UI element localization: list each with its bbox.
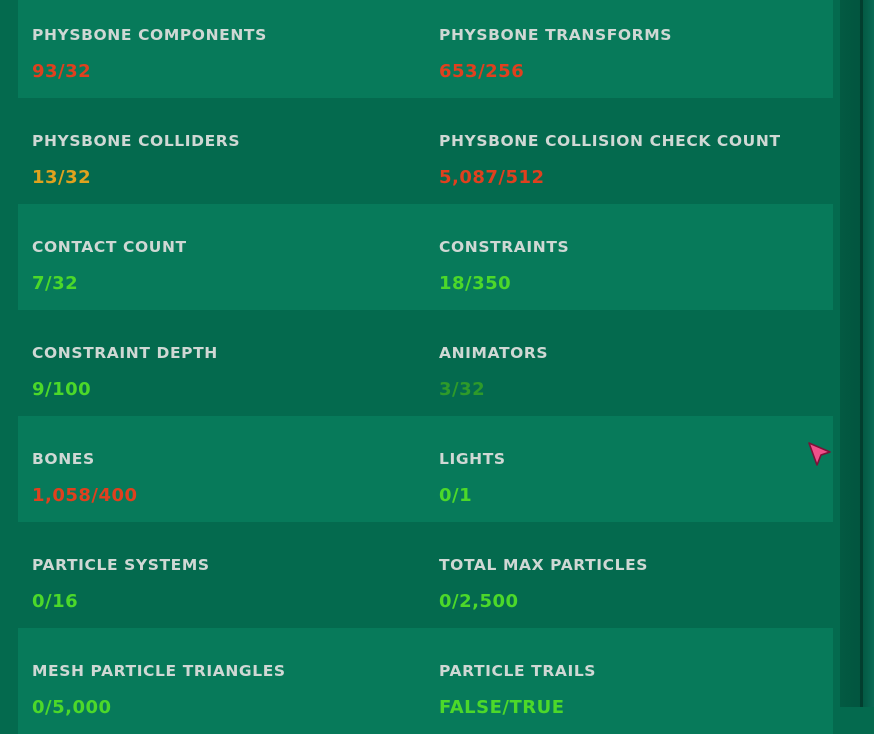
stat-label: TOTAL MAX PARTICLES: [439, 556, 649, 574]
stat-value: 9/100: [32, 379, 92, 400]
stat-value: 3/32: [439, 379, 486, 400]
stat-label: CONSTRAINT DEPTH: [32, 344, 218, 362]
stat-label: CONTACT COUNT: [32, 238, 187, 256]
stat-value: 0/5,000: [32, 697, 112, 718]
scrollbar-track[interactable]: [860, 0, 863, 707]
stat-label: PHYSBONE TRANSFORMS: [439, 26, 672, 44]
performance-stats-grid: PHYSBONE COMPONENTS 93/32 PHYSBONE TRANS…: [18, 0, 833, 734]
stat-particle-systems: PARTICLE SYSTEMS 0/16: [18, 522, 425, 628]
stat-value: 653/256: [439, 61, 525, 82]
stat-label: MESH PARTICLE TRIANGLES: [32, 662, 286, 680]
stat-value: 1,058/400: [32, 485, 138, 506]
stats-row: PHYSBONE COMPONENTS 93/32 PHYSBONE TRANS…: [18, 0, 833, 98]
stat-label: CONSTRAINTS: [439, 238, 570, 256]
stat-physbone-collision-check-count: PHYSBONE COLLISION CHECK COUNT 5,087/512: [425, 98, 832, 204]
stat-physbone-components: PHYSBONE COMPONENTS 93/32: [18, 0, 425, 98]
stat-particle-trails: PARTICLE TRAILS FALSE/TRUE: [425, 628, 832, 734]
stat-label: PARTICLE SYSTEMS: [32, 556, 210, 574]
stats-row: MESH PARTICLE TRIANGLES 0/5,000 PARTICLE…: [18, 628, 833, 734]
stat-bones: BONES 1,058/400: [18, 416, 425, 522]
stat-value: FALSE/TRUE: [439, 697, 565, 718]
stat-constraints: CONSTRAINTS 18/350: [425, 204, 832, 310]
stat-value: 13/32: [32, 167, 92, 188]
stat-label: PHYSBONE COLLIDERS: [32, 132, 241, 150]
stat-constraint-depth: CONSTRAINT DEPTH 9/100: [18, 310, 425, 416]
stats-row: CONSTRAINT DEPTH 9/100 ANIMATORS 3/32: [18, 310, 833, 416]
background-panel-edge: [840, 0, 874, 707]
stat-label: ANIMATORS: [439, 344, 549, 362]
stat-contact-count: CONTACT COUNT 7/32: [18, 204, 425, 310]
stats-row: CONTACT COUNT 7/32 CONSTRAINTS 18/350: [18, 204, 833, 310]
stat-total-max-particles: TOTAL MAX PARTICLES 0/2,500: [425, 522, 832, 628]
stat-label: LIGHTS: [439, 450, 506, 468]
stat-label: PARTICLE TRAILS: [439, 662, 597, 680]
stat-value: 0/16: [32, 591, 79, 612]
stat-physbone-transforms: PHYSBONE TRANSFORMS 653/256: [425, 0, 832, 98]
stats-row: PARTICLE SYSTEMS 0/16 TOTAL MAX PARTICLE…: [18, 522, 833, 628]
stat-physbone-colliders: PHYSBONE COLLIDERS 13/32: [18, 98, 425, 204]
stat-value: 0/1: [439, 485, 473, 506]
stat-mesh-particle-triangles: MESH PARTICLE TRIANGLES 0/5,000: [18, 628, 425, 734]
stat-value: 18/350: [439, 273, 512, 294]
stat-lights: LIGHTS 0/1: [425, 416, 832, 522]
stat-value: 7/32: [32, 273, 79, 294]
stats-row: BONES 1,058/400 LIGHTS 0/1: [18, 416, 833, 522]
stats-row: PHYSBONE COLLIDERS 13/32 PHYSBONE COLLIS…: [18, 98, 833, 204]
stat-label: PHYSBONE COMPONENTS: [32, 26, 267, 44]
pointer-cursor-icon: [808, 442, 831, 466]
stat-label: BONES: [32, 450, 95, 468]
stat-value: 0/2,500: [439, 591, 519, 612]
stat-animators: ANIMATORS 3/32: [425, 310, 832, 416]
stat-value: 5,087/512: [439, 167, 545, 188]
stat-value: 93/32: [32, 61, 92, 82]
stat-label: PHYSBONE COLLISION CHECK COUNT: [439, 132, 781, 150]
